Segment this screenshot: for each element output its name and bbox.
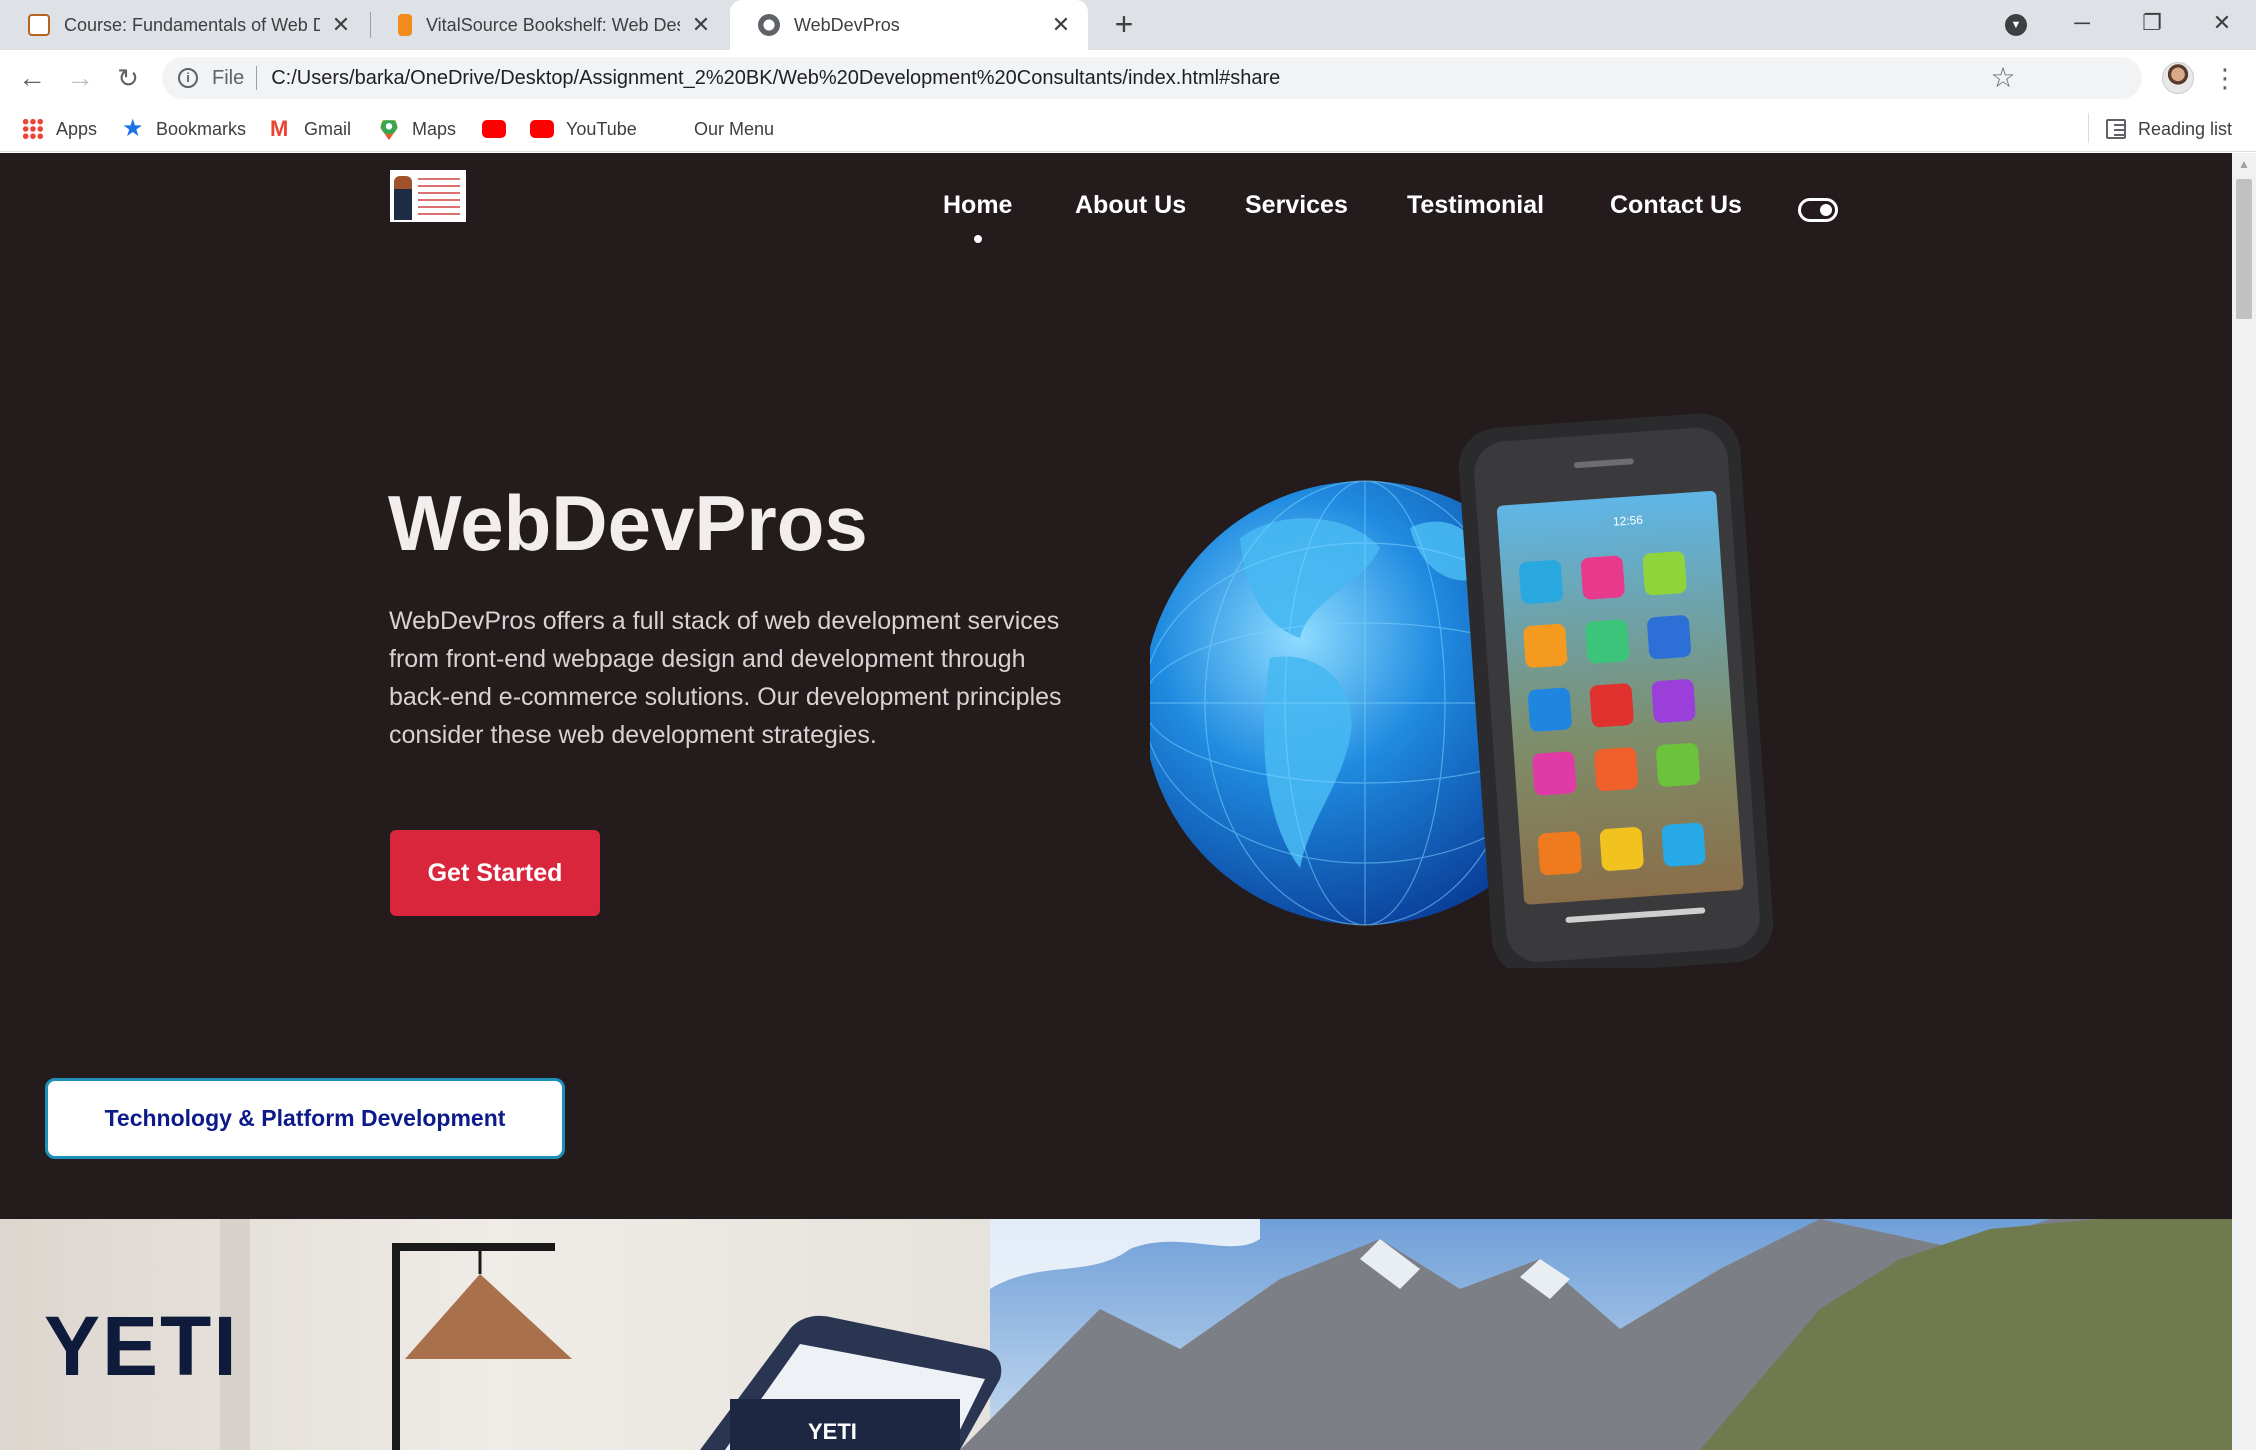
get-started-button[interactable]: Get Started [390, 830, 600, 916]
theme-toggle[interactable] [1798, 198, 1838, 222]
bookmark-label: Bookmarks [156, 118, 247, 139]
new-tab-button[interactable]: + [1106, 6, 1142, 42]
bookmark-bookmarks[interactable]: ★ Bookmarks [122, 116, 246, 142]
smartphone-image: 12:56 [1458, 413, 1774, 968]
yeti-showcase-banner: YETI [0, 1219, 2232, 1450]
divider [256, 66, 258, 90]
reading-list-label: Reading list [2138, 118, 2233, 139]
tablet-yeti-label: YETI [808, 1419, 857, 1444]
bookmark-gmail[interactable]: M Gmail [270, 116, 351, 142]
url-scheme: File [212, 66, 245, 89]
window-close-button[interactable]: ✕ [2188, 0, 2256, 46]
close-icon[interactable]: ✕ [1050, 12, 1072, 38]
nav-testimonial[interactable]: Testimonial [1407, 191, 1544, 220]
reading-list-icon [2106, 119, 2126, 139]
tab-title: WebDevPros [794, 14, 900, 35]
scrollbar-thumb[interactable] [2236, 179, 2252, 319]
close-icon[interactable]: ✕ [690, 12, 712, 38]
bookmark-youtube[interactable]: YouTube [530, 116, 637, 142]
page-scrollbar[interactable]: ▲ [2232, 153, 2256, 1450]
close-icon[interactable]: ✕ [330, 12, 352, 38]
browser-toolbar: ← → ↻ i File C:/Users/barka/OneDrive/Des… [0, 50, 2256, 106]
reading-list-button[interactable]: Reading list [2106, 116, 2232, 142]
tab-search-icon[interactable]: ▼ [2005, 14, 2027, 36]
yeti-brand-text: YETI [44, 1299, 239, 1393]
maps-pin-icon [380, 120, 398, 140]
divider [2088, 113, 2089, 143]
info-icon[interactable]: i [178, 68, 198, 88]
bookmark-star-icon[interactable]: ☆ [1988, 64, 2018, 92]
scroll-up-icon[interactable]: ▲ [2232, 157, 2256, 173]
bookmarks-bar: Apps ★ Bookmarks M Gmail Maps YouTube Ou… [0, 106, 2256, 152]
bookmark-label: Gmail [304, 118, 352, 139]
logo-person-image [394, 176, 412, 220]
nav-home[interactable]: Home [943, 191, 1012, 220]
bookmark-label: Maps [412, 118, 457, 139]
bookmark-maps[interactable]: Maps [378, 116, 456, 142]
back-arrow-icon[interactable]: ← [14, 60, 50, 96]
hero-description: WebDevPros offers a full stack of web de… [389, 607, 1062, 749]
bookmark-youtube-icon-only[interactable] [482, 116, 518, 142]
minimize-button[interactable]: ─ [2048, 0, 2116, 46]
nav-about-us[interactable]: About Us [1075, 191, 1186, 220]
webpage-viewport: Home About Us Services Testimonial Conta… [0, 153, 2232, 1450]
tab-title: VitalSource Bookshelf: Web Design [426, 14, 680, 35]
bookmark-our-menu[interactable]: Our Menu [694, 116, 774, 142]
tab-course[interactable]: Course: Fundamentals of Web Design ✕ [0, 0, 368, 50]
nav-services[interactable]: Services [1245, 191, 1348, 220]
phone-clock: 12:56 [1612, 513, 1643, 529]
site-logo[interactable] [390, 170, 466, 222]
bookmark-label: YouTube [566, 118, 637, 139]
tab-vitalsource[interactable]: VitalSource Bookshelf: Web Design ✕ [370, 0, 728, 50]
nav-contact-us[interactable]: Contact Us [1610, 191, 1742, 220]
bookmark-apps[interactable]: Apps [22, 116, 97, 142]
browser-tab-strip: Course: Fundamentals of Web Design ✕ Vit… [0, 0, 2256, 50]
bookmark-label: Apps [56, 118, 98, 139]
menu-kebab-icon[interactable]: ⋮ [2212, 62, 2238, 94]
course-favicon-icon [28, 14, 50, 36]
bookmark-label: Our Menu [694, 118, 775, 139]
reload-icon[interactable]: ↻ [110, 60, 146, 96]
logo-text-lines [418, 178, 460, 216]
gmail-icon: M [270, 116, 289, 141]
technology-platform-button[interactable]: Technology & Platform Development [45, 1078, 565, 1159]
apps-grid-icon [22, 118, 44, 140]
star-icon: ★ [122, 115, 144, 142]
tab-title: Course: Fundamentals of Web Design [64, 14, 320, 35]
vitalsource-favicon-icon [398, 14, 412, 36]
profile-avatar[interactable] [2162, 62, 2194, 94]
active-nav-indicator [974, 235, 982, 243]
url-text[interactable]: C:/Users/barka/OneDrive/Desktop/Assignme… [271, 67, 1280, 90]
hero-title: WebDevPros [388, 479, 868, 567]
globe-icon [758, 14, 780, 36]
tab-webdevpros[interactable]: WebDevPros ✕ [730, 0, 1088, 50]
globe-phone-illustration: 12:56 [1150, 413, 1774, 968]
address-bar[interactable]: i File C:/Users/barka/OneDrive/Desktop/A… [162, 57, 2142, 99]
youtube-icon [482, 120, 506, 138]
forward-arrow-icon[interactable]: → [62, 60, 98, 96]
restore-button[interactable]: ❐ [2118, 0, 2186, 46]
youtube-icon [530, 120, 554, 138]
